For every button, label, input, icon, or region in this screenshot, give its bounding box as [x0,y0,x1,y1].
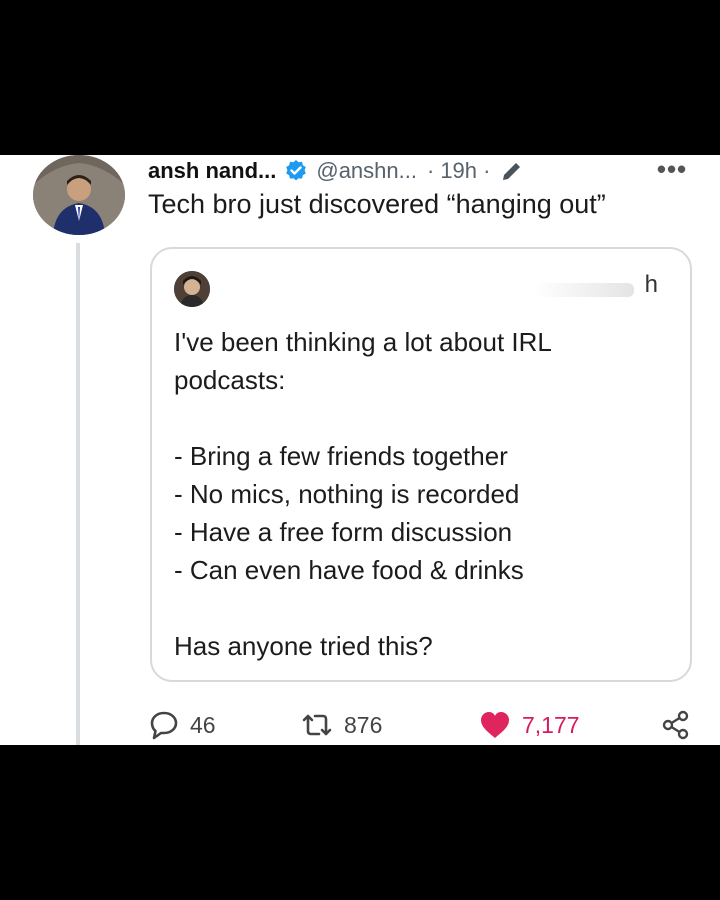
quoted-list-item: - Have a free form discussion [174,517,513,547]
separator-dot: · [426,158,435,183]
tweet-header: ansh nand... @anshn... · 19h · [148,155,524,191]
verified-badge-icon [284,159,308,183]
quoted-closing-line: Has anyone tried this? [174,631,433,661]
quoted-tweet-text: I've been thinking a lot about IRL podca… [174,323,674,665]
reply-icon [148,709,180,741]
share-button[interactable] [660,707,692,743]
quoted-list-item: - Can even have food & drinks [174,555,524,585]
like-count: 7,177 [522,711,580,738]
thread-line [76,243,80,745]
retweet-button[interactable]: 876 [300,707,382,743]
share-icon [660,709,692,741]
quoted-tweet[interactable]: h I've been thinking a lot about IRL pod… [150,247,692,682]
retweet-icon [300,709,334,741]
tweet-actions: 46 876 7,177 [148,707,698,743]
heart-icon [478,709,512,741]
retweet-count: 876 [344,711,383,738]
pencil-icon [500,159,524,183]
quoted-timestamp: h [644,271,658,298]
author-handle[interactable]: @anshn... [316,158,417,184]
like-button[interactable]: 7,177 [478,707,580,743]
quoted-author-avatar[interactable] [174,271,210,307]
quoted-line: I've been thinking a lot about IRL [174,327,552,357]
quoted-header-blurred [534,283,634,297]
more-options-button[interactable]: ••• [652,155,692,187]
tweet-text: Tech bro just discovered “hanging out” [148,189,606,219]
quoted-line: podcasts: [174,365,286,395]
tweet-timestamp[interactable]: 19h · [440,158,490,184]
reply-count: 46 [190,711,216,738]
quoted-list-item: - Bring a few friends together [174,441,508,471]
author-avatar[interactable] [33,155,125,235]
reply-button[interactable]: 46 [148,707,216,743]
tweet-card: ansh nand... @anshn... · 19h · ••• Tech … [0,155,720,745]
author-name[interactable]: ansh nand... [148,158,276,184]
quoted-list-item: - No mics, nothing is recorded [174,479,520,509]
